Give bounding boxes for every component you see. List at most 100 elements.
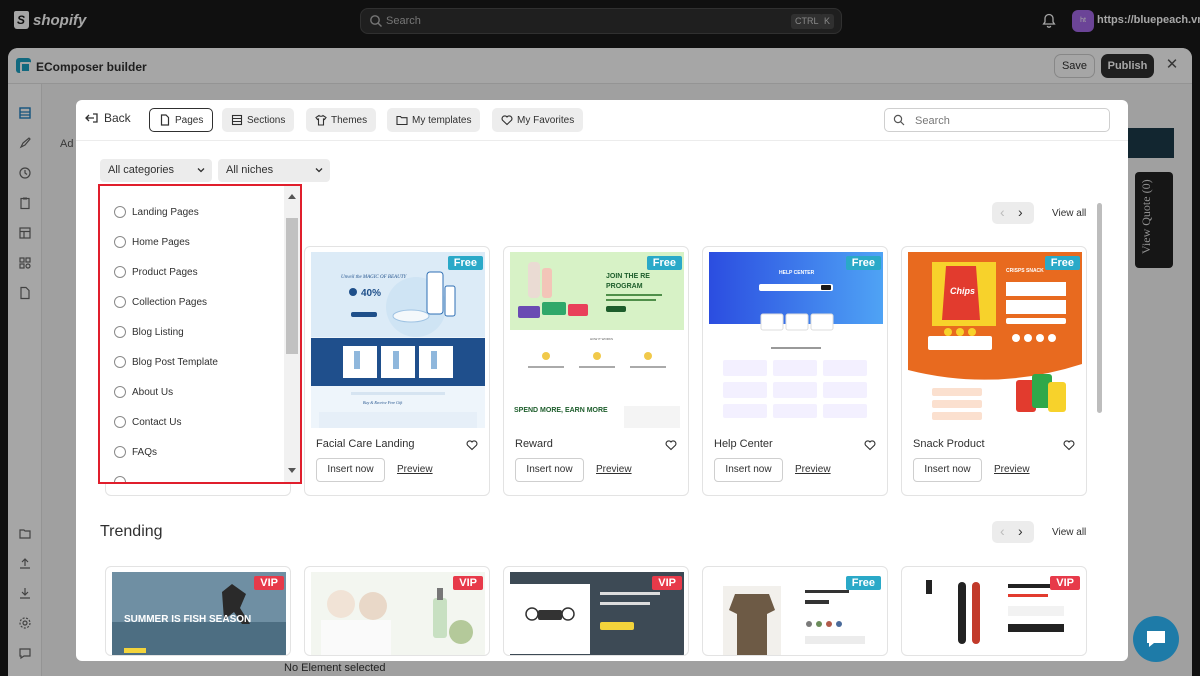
- category-option-label: About Us: [132, 386, 174, 398]
- preview-link[interactable]: Preview: [397, 464, 433, 475]
- tab-themes[interactable]: Themes: [306, 108, 377, 132]
- modal-header: Back Pages Sections Themes My templates …: [76, 100, 1128, 141]
- chevron-right-icon[interactable]: ›: [1018, 204, 1023, 220]
- category-option-collection-pages[interactable]: Collection Pages: [114, 296, 207, 308]
- trending-carousel-arrows: ‹ ›: [992, 521, 1034, 543]
- scroll-up-arrow-icon[interactable]: [288, 194, 296, 199]
- chat-bubble-icon: [1147, 631, 1165, 647]
- category-dropdown[interactable]: All categories: [100, 159, 212, 182]
- search-icon: [893, 114, 905, 126]
- template-card[interactable]: VIP: [503, 566, 689, 656]
- category-option-partial[interactable]: [114, 476, 126, 482]
- chevron-down-icon: [197, 168, 205, 173]
- template-name: Snack Product: [913, 438, 985, 450]
- template-library-modal: Back Pages Sections Themes My templates …: [76, 100, 1128, 661]
- radio-button[interactable]: [114, 326, 126, 338]
- heart-icon: [501, 115, 513, 126]
- tab-my-favorites-label: My Favorites: [517, 114, 575, 126]
- vip-badge: VIP: [254, 576, 284, 590]
- vip-badge: VIP: [453, 576, 483, 590]
- back-button[interactable]: Back: [85, 111, 131, 125]
- free-badge: Free: [447, 256, 483, 270]
- snack-brand: Chips: [950, 286, 975, 296]
- chevron-left-icon[interactable]: ‹: [1000, 523, 1005, 539]
- radio-button[interactable]: [114, 296, 126, 308]
- back-label: Back: [104, 111, 131, 125]
- chevron-right-icon[interactable]: ›: [1018, 523, 1023, 539]
- favorite-heart-icon[interactable]: [1063, 439, 1075, 451]
- template-thumbnail[interactable]: Unveil the MAGIC OF BEAUTY 40% Buy & Rec…: [311, 252, 485, 428]
- tab-themes-label: Themes: [331, 114, 368, 126]
- reward-subheadline: SPEND MORE, EARN MORE: [514, 407, 608, 414]
- scroll-down-arrow-icon[interactable]: [288, 468, 296, 473]
- section1-carousel-arrows: ‹ ›: [992, 202, 1034, 224]
- category-option-home-pages[interactable]: Home Pages: [114, 236, 190, 248]
- insert-now-button[interactable]: Insert now: [515, 458, 584, 482]
- svg-text:Buy & Receive Free Gift: Buy & Receive Free Gift: [363, 400, 403, 405]
- category-option-product-pages[interactable]: Product Pages: [114, 266, 198, 278]
- template-card[interactable]: Chips CRISPS SNACK Free Snack Product In…: [901, 246, 1087, 496]
- template-thumbnail[interactable]: Chips CRISPS SNACK: [908, 252, 1082, 428]
- tab-pages[interactable]: Pages: [149, 108, 214, 132]
- radio-button[interactable]: [114, 416, 126, 428]
- category-option-blog-post-template[interactable]: Blog Post Template: [114, 356, 218, 368]
- tab-my-favorites[interactable]: My Favorites: [492, 108, 584, 132]
- template-name: Facial Care Landing: [316, 438, 415, 450]
- radio-button[interactable]: [114, 206, 126, 218]
- free-badge: Free: [646, 256, 682, 270]
- radio-button[interactable]: [114, 446, 126, 458]
- favorite-heart-icon[interactable]: [665, 439, 677, 451]
- insert-now-button[interactable]: Insert now: [316, 458, 385, 482]
- tab-my-templates[interactable]: My templates: [387, 108, 481, 132]
- support-chat-button[interactable]: [1133, 616, 1179, 662]
- category-option-landing-pages[interactable]: Landing Pages: [114, 206, 199, 218]
- radio-button[interactable]: [114, 386, 126, 398]
- favorite-heart-icon[interactable]: [864, 439, 876, 451]
- radio-button[interactable]: [114, 236, 126, 248]
- insert-now-button[interactable]: Insert now: [913, 458, 982, 482]
- template-card[interactable]: Unveil the MAGIC OF BEAUTY 40% Buy & Rec…: [304, 246, 490, 496]
- tab-sections[interactable]: Sections: [222, 108, 295, 132]
- facial-headline: Unveil the MAGIC OF BEAUTY: [341, 275, 407, 280]
- shirt-icon: [315, 114, 327, 126]
- category-option-contact-us[interactable]: Contact Us: [114, 416, 181, 428]
- radio-button[interactable]: [114, 266, 126, 278]
- radio-button[interactable]: [114, 356, 126, 368]
- section1-view-all-link[interactable]: View all: [1052, 208, 1086, 219]
- category-options-panel: Landing Pages Home Pages Product Pages C…: [98, 184, 302, 484]
- category-option-about-us[interactable]: About Us: [114, 386, 173, 398]
- template-card[interactable]: Free: [702, 566, 888, 656]
- template-thumbnail[interactable]: JOIN THE RE PROGRAM HOW IT WORKS SPEND M…: [510, 252, 684, 428]
- category-option-blog-listing[interactable]: Blog Listing: [114, 326, 184, 338]
- category-option-label: Product Pages: [132, 266, 198, 278]
- preview-link[interactable]: Preview: [596, 464, 632, 475]
- vip-badge: VIP: [1050, 576, 1080, 590]
- radio-button[interactable]: [114, 476, 126, 482]
- category-scrollbar[interactable]: [284, 186, 300, 482]
- insert-now-button[interactable]: Insert now: [714, 458, 783, 482]
- trending-view-all-link[interactable]: View all: [1052, 527, 1086, 538]
- preview-link[interactable]: Preview: [795, 464, 831, 475]
- template-card[interactable]: VIP: [304, 566, 490, 656]
- free-badge: Free: [845, 576, 881, 590]
- facial-discount: 40%: [361, 288, 381, 299]
- niche-dropdown[interactable]: All niches: [218, 159, 330, 182]
- category-option-label: Blog Post Template: [132, 356, 218, 368]
- tab-sections-label: Sections: [247, 114, 286, 126]
- template-card[interactable]: VIP: [901, 566, 1087, 656]
- category-option-label: FAQs: [132, 446, 158, 458]
- category-option-label: Blog Listing: [132, 326, 184, 338]
- template-card[interactable]: SUMMER IS FISH SEASON VIP: [105, 566, 291, 656]
- svg-text:PROGRAM: PROGRAM: [606, 283, 643, 290]
- tab-my-templates-label: My templates: [412, 114, 472, 126]
- template-card[interactable]: JOIN THE RE PROGRAM HOW IT WORKS SPEND M…: [503, 246, 689, 496]
- favorite-heart-icon[interactable]: [466, 439, 478, 451]
- template-search-input[interactable]: Search: [884, 108, 1110, 132]
- category-option-faqs[interactable]: FAQs: [114, 446, 157, 458]
- chevron-left-icon[interactable]: ‹: [1000, 204, 1005, 220]
- preview-link[interactable]: Preview: [994, 464, 1030, 475]
- scrollbar-thumb[interactable]: [286, 218, 298, 354]
- template-card[interactable]: HELP CENTER Free Help Center Insert now …: [702, 246, 888, 496]
- modal-scrollbar[interactable]: [1097, 203, 1102, 413]
- template-thumbnail[interactable]: HELP CENTER: [709, 252, 883, 428]
